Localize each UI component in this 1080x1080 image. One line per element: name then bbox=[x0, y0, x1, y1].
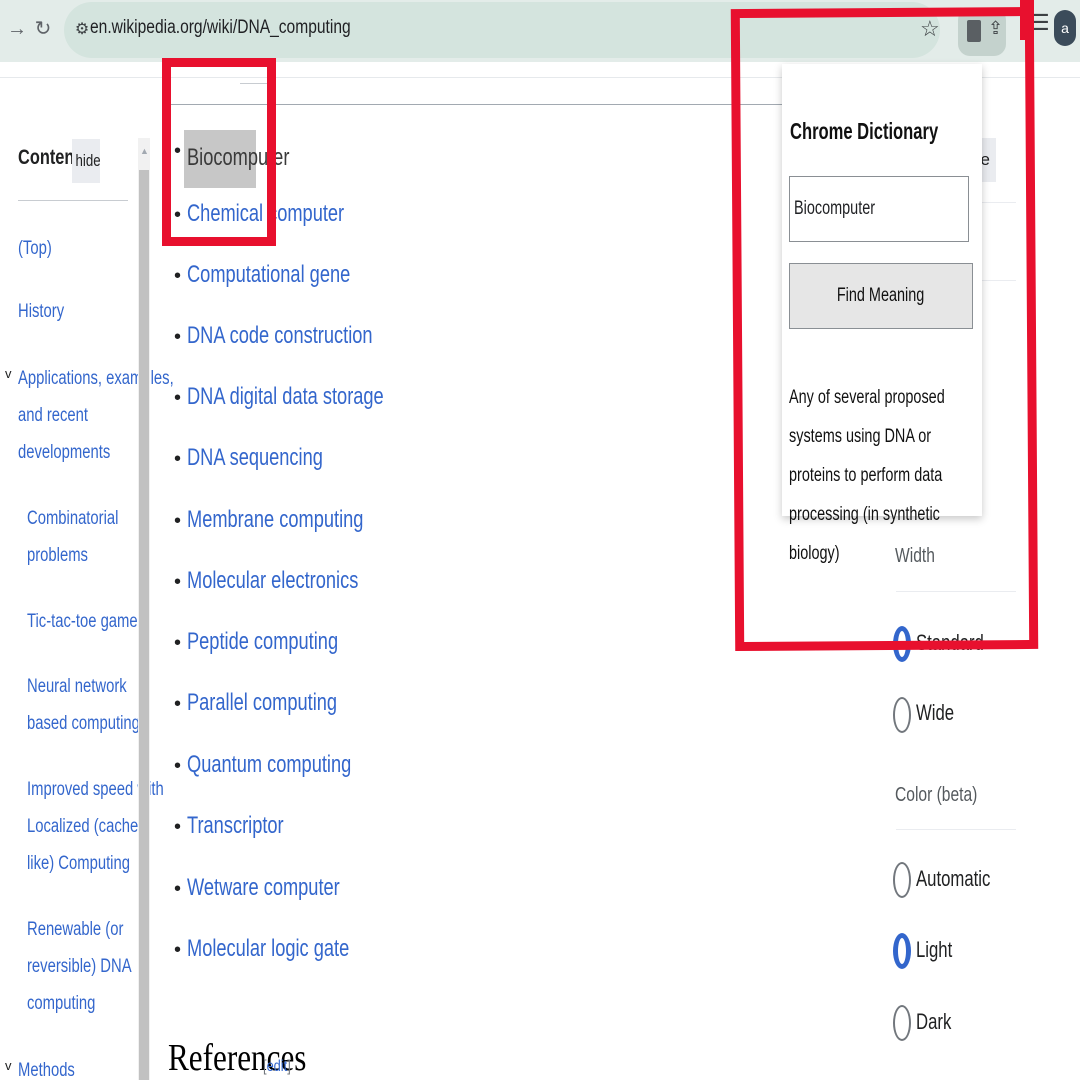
toc-item-neural-network[interactable]: Neural network based computing bbox=[27, 668, 140, 742]
see-also-link[interactable]: Computational gene bbox=[187, 261, 350, 289]
annotation-box-selected-word bbox=[162, 58, 276, 246]
toc-hide-label: hide bbox=[75, 151, 101, 170]
edit-link[interactable]: edit bbox=[267, 1058, 288, 1075]
annotation-box-dictionary bbox=[730, 6, 1039, 652]
radio-label: Dark bbox=[916, 1009, 952, 1034]
color-light-radio[interactable] bbox=[893, 933, 911, 969]
bullet: • bbox=[174, 755, 182, 777]
see-also-link[interactable]: Molecular logic gate bbox=[187, 935, 349, 963]
see-also-link[interactable]: Peptide computing bbox=[187, 628, 338, 656]
chevron-down-icon[interactable]: v bbox=[5, 1058, 12, 1073]
see-also-link[interactable]: DNA code construction bbox=[187, 322, 373, 350]
toc-item-top[interactable]: (Top) bbox=[18, 230, 52, 267]
bullet: • bbox=[174, 265, 182, 287]
toc-item-renewable[interactable]: Renewable (or reversible) DNA computing bbox=[27, 911, 132, 1022]
toc-item-applications[interactable]: Applications, examples, and recent devel… bbox=[18, 360, 174, 471]
references-edit: [edit] bbox=[263, 1058, 291, 1075]
see-also-link[interactable]: Parallel computing bbox=[187, 689, 337, 717]
bullet: • bbox=[174, 387, 182, 409]
url-text[interactable]: en.wikipedia.org/wiki/DNA_computing bbox=[90, 17, 351, 39]
profile-avatar[interactable]: a bbox=[1054, 10, 1076, 46]
toc-hide-button[interactable]: hide bbox=[72, 139, 101, 183]
color-automatic-radio[interactable] bbox=[893, 862, 911, 898]
toc-divider bbox=[18, 200, 128, 201]
reload-icon[interactable]: ↻ bbox=[30, 14, 56, 44]
see-also-link[interactable]: Molecular electronics bbox=[187, 567, 358, 595]
see-also-link[interactable]: Quantum computing bbox=[187, 751, 351, 779]
color-dark-radio[interactable] bbox=[893, 1005, 911, 1041]
radio-label: Light bbox=[916, 937, 953, 962]
chevron-down-icon[interactable]: v bbox=[5, 366, 12, 381]
arrow-forward-icon[interactable]: → bbox=[4, 14, 30, 44]
tune-icon[interactable]: ⚙ bbox=[72, 16, 92, 44]
bullet: • bbox=[174, 816, 182, 838]
radio-label: Wide bbox=[916, 700, 955, 725]
bullet: • bbox=[174, 510, 182, 532]
bullet: • bbox=[174, 693, 182, 715]
color-label: Color (beta) bbox=[895, 784, 978, 806]
toc-scrollbar-thumb[interactable] bbox=[139, 170, 149, 1080]
bullet: • bbox=[174, 939, 182, 961]
see-also-link[interactable]: Wetware computer bbox=[187, 874, 340, 902]
bullet: • bbox=[174, 632, 182, 654]
see-also-link[interactable]: DNA digital data storage bbox=[187, 383, 384, 411]
toc-item-tictactoe[interactable]: Tic-tac-toe game bbox=[27, 603, 138, 640]
bullet: • bbox=[174, 448, 182, 470]
panel-divider bbox=[896, 829, 1016, 830]
toc-item-methods[interactable]: Methods bbox=[18, 1052, 75, 1080]
annotation-mark bbox=[1020, 0, 1034, 40]
see-also-link[interactable]: Transcriptor bbox=[187, 812, 284, 840]
see-also-link[interactable]: Membrane computing bbox=[187, 506, 363, 534]
see-also-link[interactable]: DNA sequencing bbox=[187, 444, 323, 472]
radio-label: Automatic bbox=[916, 866, 991, 891]
bullet: • bbox=[174, 878, 182, 900]
bullet: • bbox=[174, 326, 182, 348]
toc-item-history[interactable]: History bbox=[18, 293, 64, 330]
width-wide-radio[interactable] bbox=[893, 697, 911, 733]
bullet: • bbox=[174, 571, 182, 593]
toc-item-combinatorial[interactable]: Combinatorial problems bbox=[27, 500, 118, 574]
scroll-up-icon[interactable]: ▲ bbox=[140, 146, 149, 156]
